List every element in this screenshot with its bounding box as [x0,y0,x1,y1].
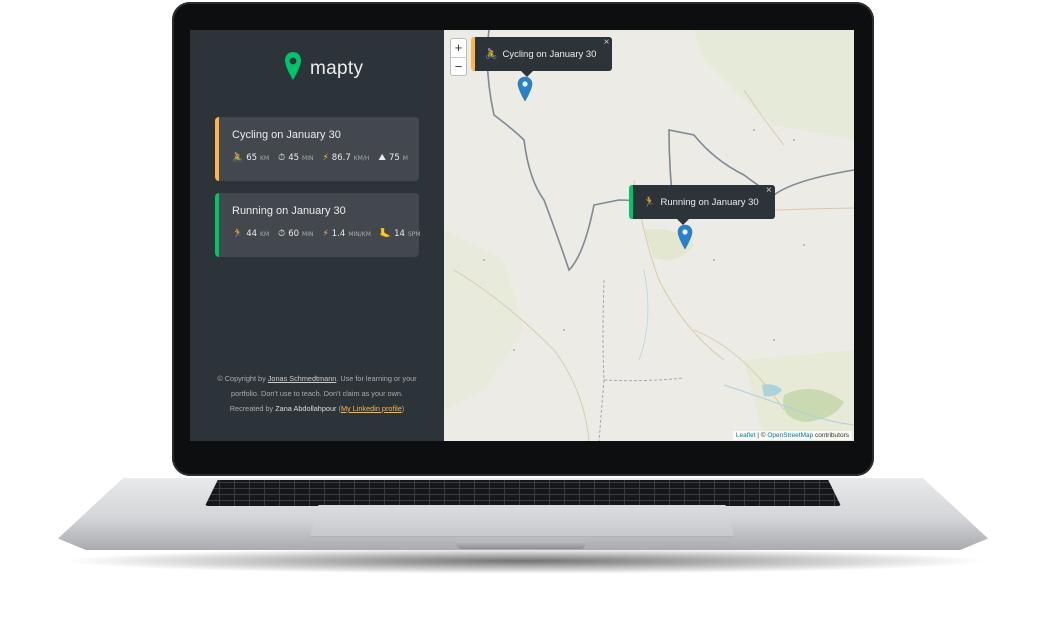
duration-unit: MIN [302,154,314,162]
workout-cadence: 🦶 14 SPM [380,229,421,239]
workout-duration: ⏱ 45 MIN [278,153,313,163]
pace-value: 1.4 [331,229,346,239]
workout-pace: ⚡ 1.4 MIN/KM [322,229,370,239]
map-marker-cycling[interactable] [517,76,533,102]
attribution-sep: | © [755,432,768,439]
popup-text: Cycling on January 30 [502,48,597,60]
duration-value: 45 [288,153,300,163]
zoom-in-button[interactable]: + [451,39,466,57]
stopwatch-icon: ⏱ [278,229,286,239]
pace-unit: MIN/KM [348,230,371,238]
laptop-notch [456,541,586,549]
cadence-value: 14 [394,229,405,239]
runner-icon: 🏃 [232,229,244,239]
lightning-icon: ⚡ [322,229,329,239]
workout-title: Running on January 30 [232,205,346,217]
distance-unit: KM [260,154,270,162]
recreator-name: Zana Abdollahpour [275,404,337,413]
distance-value: 65 [246,153,258,163]
elevation-unit: M [402,154,408,162]
app-screen: mapty Cycling on January 30 🚴 65 KM ⏱ 45… [190,30,854,441]
laptop-keyboard [205,480,841,506]
osm-link[interactable]: OpenStreetMap [767,432,813,439]
cyclist-icon: 🚴 [485,48,498,60]
footprint-icon: 🦶 [379,229,392,239]
distance-value: 44 [246,229,258,239]
linkedin-link[interactable]: My Linkedin profile [341,404,402,413]
map-view[interactable]: + − 🚴 Cycling on January 30 × 🏃 Running … [444,30,854,441]
zoom-control: + − [450,38,467,76]
app-name: mapty [310,58,364,79]
author-link[interactable]: Jonas Schmedtmann [268,374,337,383]
close-icon[interactable]: × [766,185,772,196]
duration-unit: MIN [302,230,314,238]
attribution-suffix: contributors [813,432,849,439]
laptop-trackpad [310,505,734,537]
workout-elevation: ⛰ 75 M [378,153,408,163]
zoom-out-button[interactable]: − [451,57,466,75]
copyright: © Copyright by Jonas Schmedtmann. Use fo… [214,371,420,416]
paren-close: ) [401,404,405,413]
runner-icon: 🏃 [643,196,656,208]
workout-distance: 🚴 65 KM [232,153,269,163]
sidebar: mapty Cycling on January 30 🚴 65 KM ⏱ 45… [190,30,444,441]
workout-title: Cycling on January 30 [232,129,341,141]
speed-unit: KM/H [353,154,370,162]
close-icon[interactable]: × [604,37,610,48]
cyclist-icon: 🚴 [232,153,244,163]
cadence-unit: SPM [407,230,421,238]
logo: mapty [284,50,363,88]
workout-details: 🚴 65 KM ⏱ 45 MIN ⚡ 86.7 KM/H ⛰ 75 M [232,153,419,163]
workout-details: 🏃 44 KM ⏱ 60 MIN ⚡ 1.4 MIN/KM 🦶 14 SPM [232,229,421,239]
map-attribution: Leaflet | © OpenStreetMap contributors [732,431,852,440]
duration-value: 60 [288,229,300,239]
distance-unit: KM [260,230,270,238]
workout-distance: 🏃 44 KM [232,229,269,239]
workout-card-running[interactable]: Running on January 30 🏃 44 KM ⏱ 60 MIN ⚡… [215,193,421,257]
workout-speed: ⚡ 86.7 KM/H [322,153,369,163]
speed-value: 86.7 [331,153,351,163]
map-marker-running[interactable] [677,224,693,250]
elevation-value: 75 [388,153,400,163]
workout-duration: ⏱ 60 MIN [278,229,313,239]
lightning-icon: ⚡ [322,153,329,163]
mountain-icon: ⛰ [378,153,386,163]
map-popup-running[interactable]: 🏃 Running on January 30 × [629,185,775,225]
popup-text: Running on January 30 [660,196,759,208]
map-tiles [444,30,854,441]
map-popup-cycling[interactable]: 🚴 Cycling on January 30 × [471,37,613,77]
leaflet-link[interactable]: Leaflet [736,432,756,439]
stopwatch-icon: ⏱ [278,153,286,163]
map-pin-logo-icon [285,52,301,80]
workout-card-cycling[interactable]: Cycling on January 30 🚴 65 KM ⏱ 45 MIN ⚡… [215,117,419,181]
laptop-shadow [60,548,990,574]
copyright-prefix: © Copyright by [217,374,268,383]
